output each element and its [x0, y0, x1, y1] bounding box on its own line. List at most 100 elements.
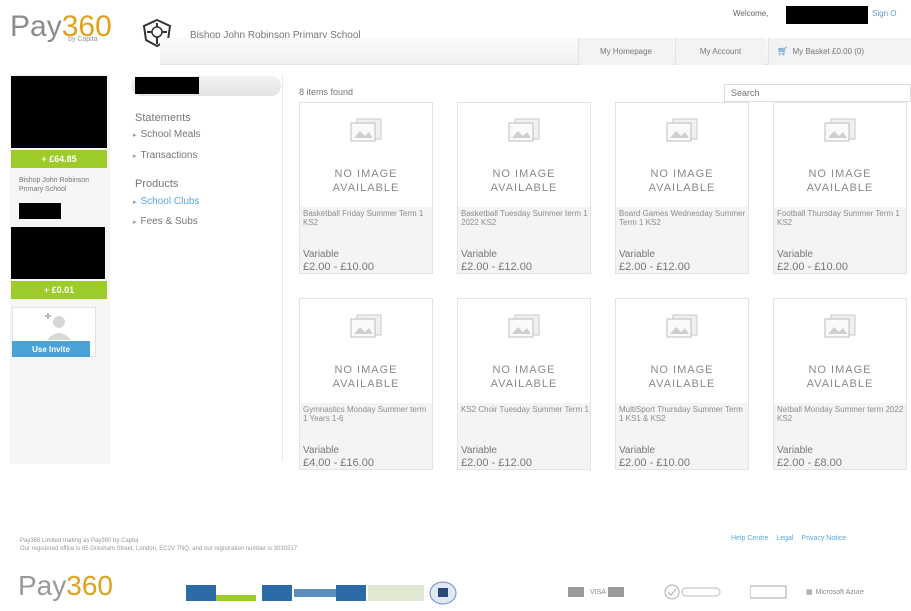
no-image-text: NO IMAGE AVAILABLE	[774, 167, 906, 195]
no-image-line-2: AVAILABLE	[806, 182, 874, 194]
footer-links: Help Centre Legal Privacy Notice	[731, 535, 852, 542]
product-image-placeholder[interactable]: NO IMAGE AVAILABLE	[458, 299, 590, 403]
product-price-label: Variable	[619, 445, 655, 456]
tab-my-basket[interactable]: 🛒︎ My Basket £0.00 (0)	[768, 38, 911, 65]
product-title[interactable]: Football Thursday Summer Term 1 KS2	[777, 209, 905, 227]
product-price-label: Variable	[461, 445, 497, 456]
product-price-label: Variable	[777, 445, 813, 456]
search-input[interactable]	[724, 84, 911, 102]
payment-provider-icon	[750, 584, 790, 600]
logo-subtitle: by Capita	[68, 36, 98, 43]
product-title[interactable]: MultiSport Thursday Summer Term 1 KS1 & …	[619, 405, 747, 423]
product-image-placeholder[interactable]: NO IMAGE AVAILABLE	[458, 103, 590, 207]
no-image-line-2: AVAILABLE	[332, 378, 400, 390]
use-invite-button[interactable]: Use Invite	[12, 341, 90, 357]
no-image-text: NO IMAGE AVAILABLE	[458, 167, 590, 195]
products-heading: Products	[135, 178, 179, 190]
no-image-icon	[824, 314, 856, 338]
menu-item-label: School Meals	[140, 129, 201, 140]
no-image-text: NO IMAGE AVAILABLE	[458, 363, 590, 391]
footer-link-help[interactable]: Help Centre	[731, 535, 768, 542]
product-image-placeholder[interactable]: NO IMAGE AVAILABLE	[774, 103, 906, 207]
product-title[interactable]: Basketball Friday Summer Term 1 KS2	[303, 209, 431, 227]
product-title[interactable]: Gymnastics Monday Summer term 1 Years 1-…	[303, 405, 431, 423]
no-image-icon	[666, 314, 698, 338]
product-price: £2.00 - £10.00	[303, 261, 374, 273]
child2-photo-redacted	[11, 227, 105, 279]
product-image-placeholder[interactable]: NO IMAGE AVAILABLE	[300, 103, 432, 207]
product-card[interactable]: NO IMAGE AVAILABLE Netball Monday Summer t…	[773, 298, 907, 470]
footer-logo-number: 360	[66, 570, 113, 601]
child2-balance[interactable]: + £0.01	[11, 281, 107, 299]
product-card[interactable]: NO IMAGE AVAILABLE KS2 Choir Tuesday Summe…	[457, 298, 591, 470]
product-title[interactable]: KS2 Choir Tuesday Summer Term 1	[461, 405, 589, 414]
basket-icon: 🛒︎	[777, 46, 789, 56]
add-person-icon	[45, 313, 71, 340]
redacted-username	[786, 6, 868, 24]
no-image-line-1: NO IMAGE	[334, 364, 398, 376]
security-seal-icon	[428, 581, 458, 605]
product-card[interactable]: NO IMAGE AVAILABLE Board Games Wednesday S…	[615, 102, 749, 274]
product-price: £4.00 - £16.00	[303, 457, 374, 469]
no-image-text: NO IMAGE AVAILABLE	[774, 363, 906, 391]
verified-badge-icon	[662, 584, 722, 600]
menu-item-label: Transactions	[140, 150, 198, 161]
pci-dss-badge-icon	[262, 583, 338, 603]
sign-out-link[interactable]: Sign O	[872, 9, 896, 18]
no-image-line-2: AVAILABLE	[806, 378, 874, 390]
product-image-placeholder[interactable]: NO IMAGE AVAILABLE	[774, 299, 906, 403]
logo-text: Pay	[10, 10, 62, 43]
tab-my-homepage[interactable]: My Homepage	[578, 38, 673, 65]
bullet-icon: ▸	[133, 132, 137, 139]
product-price-label: Variable	[303, 249, 339, 260]
menu-item-fees-subs[interactable]: ▸ Fees & Subs	[133, 216, 198, 227]
footer-link-legal[interactable]: Legal	[776, 535, 793, 542]
product-title[interactable]: Basketball Tuesday Summer term 1 2022 KS…	[461, 209, 589, 227]
bullet-icon: ▸	[133, 219, 137, 226]
product-price-label: Variable	[777, 249, 813, 260]
product-price-label: Variable	[461, 249, 497, 260]
menu-item-label: Fees & Subs	[140, 216, 198, 227]
product-title[interactable]: Netball Monday Summer term 2022 KS2	[777, 405, 905, 423]
no-image-line-1: NO IMAGE	[808, 364, 872, 376]
child1-balance[interactable]: + £64.85	[11, 150, 107, 168]
product-image-placeholder[interactable]: NO IMAGE AVAILABLE	[616, 299, 748, 403]
no-image-icon	[508, 118, 540, 142]
no-image-icon	[350, 118, 382, 142]
footer-line-1: Pay360 Limited trading as Pay360 by Capi…	[20, 538, 139, 544]
no-image-icon	[508, 314, 540, 338]
menu-item-school-meals[interactable]: ▸ School Meals	[133, 129, 201, 140]
menu-item-school-clubs[interactable]: ▸ School Clubs	[133, 196, 199, 207]
no-image-line-1: NO IMAGE	[334, 168, 398, 180]
items-found-count: 8 items found	[299, 87, 354, 97]
product-price: £2.00 - £12.00	[619, 261, 690, 273]
no-image-line-1: NO IMAGE	[492, 168, 556, 180]
no-image-line-2: AVAILABLE	[490, 378, 558, 390]
pci-certified-badge-icon	[336, 583, 426, 603]
product-price: £2.00 - £12.00	[461, 457, 532, 469]
footer-line-2: Our registered office is 65 Gresham Stre…	[20, 546, 298, 552]
product-price: £2.00 - £10.00	[777, 261, 848, 273]
tab-my-account[interactable]: My Account	[675, 38, 765, 65]
statements-heading: Statements	[135, 112, 191, 124]
product-image-placeholder[interactable]: NO IMAGE AVAILABLE	[616, 103, 748, 207]
no-image-icon	[824, 118, 856, 142]
menu-item-transactions[interactable]: ▸ Transactions	[133, 150, 197, 161]
welcome-text: Welcome,	[733, 9, 769, 18]
product-card[interactable]: NO IMAGE AVAILABLE Football Thursday Summe…	[773, 102, 907, 274]
pci-compliant-badge-icon	[186, 583, 256, 603]
menu-item-label: School Clubs	[140, 196, 200, 207]
visa-badge: VISA	[590, 588, 606, 596]
product-card[interactable]: NO IMAGE AVAILABLE MultiSport Thursday Sum…	[615, 298, 749, 470]
product-image-placeholder[interactable]: NO IMAGE AVAILABLE	[300, 299, 432, 403]
header: Pay 360 by Capita Bishop John Robinson Pr…	[0, 0, 911, 68]
footer-link-privacy[interactable]: Privacy Notice	[801, 535, 846, 542]
product-price-label: Variable	[303, 445, 339, 456]
product-title[interactable]: Board Games Wednesday Summer Term 1 KS2	[619, 209, 747, 227]
footer-legal-text: Pay360 Limited trading as Pay360 by Capi…	[20, 537, 297, 553]
no-image-icon	[350, 314, 382, 338]
product-card[interactable]: NO IMAGE AVAILABLE Basketball Tuesday Summ…	[457, 102, 591, 274]
product-card[interactable]: NO IMAGE AVAILABLE Basketball Friday Summe…	[299, 102, 433, 274]
product-card[interactable]: NO IMAGE AVAILABLE Gymnastics Monday Summe…	[299, 298, 433, 470]
bullet-icon: ▸	[133, 153, 137, 160]
